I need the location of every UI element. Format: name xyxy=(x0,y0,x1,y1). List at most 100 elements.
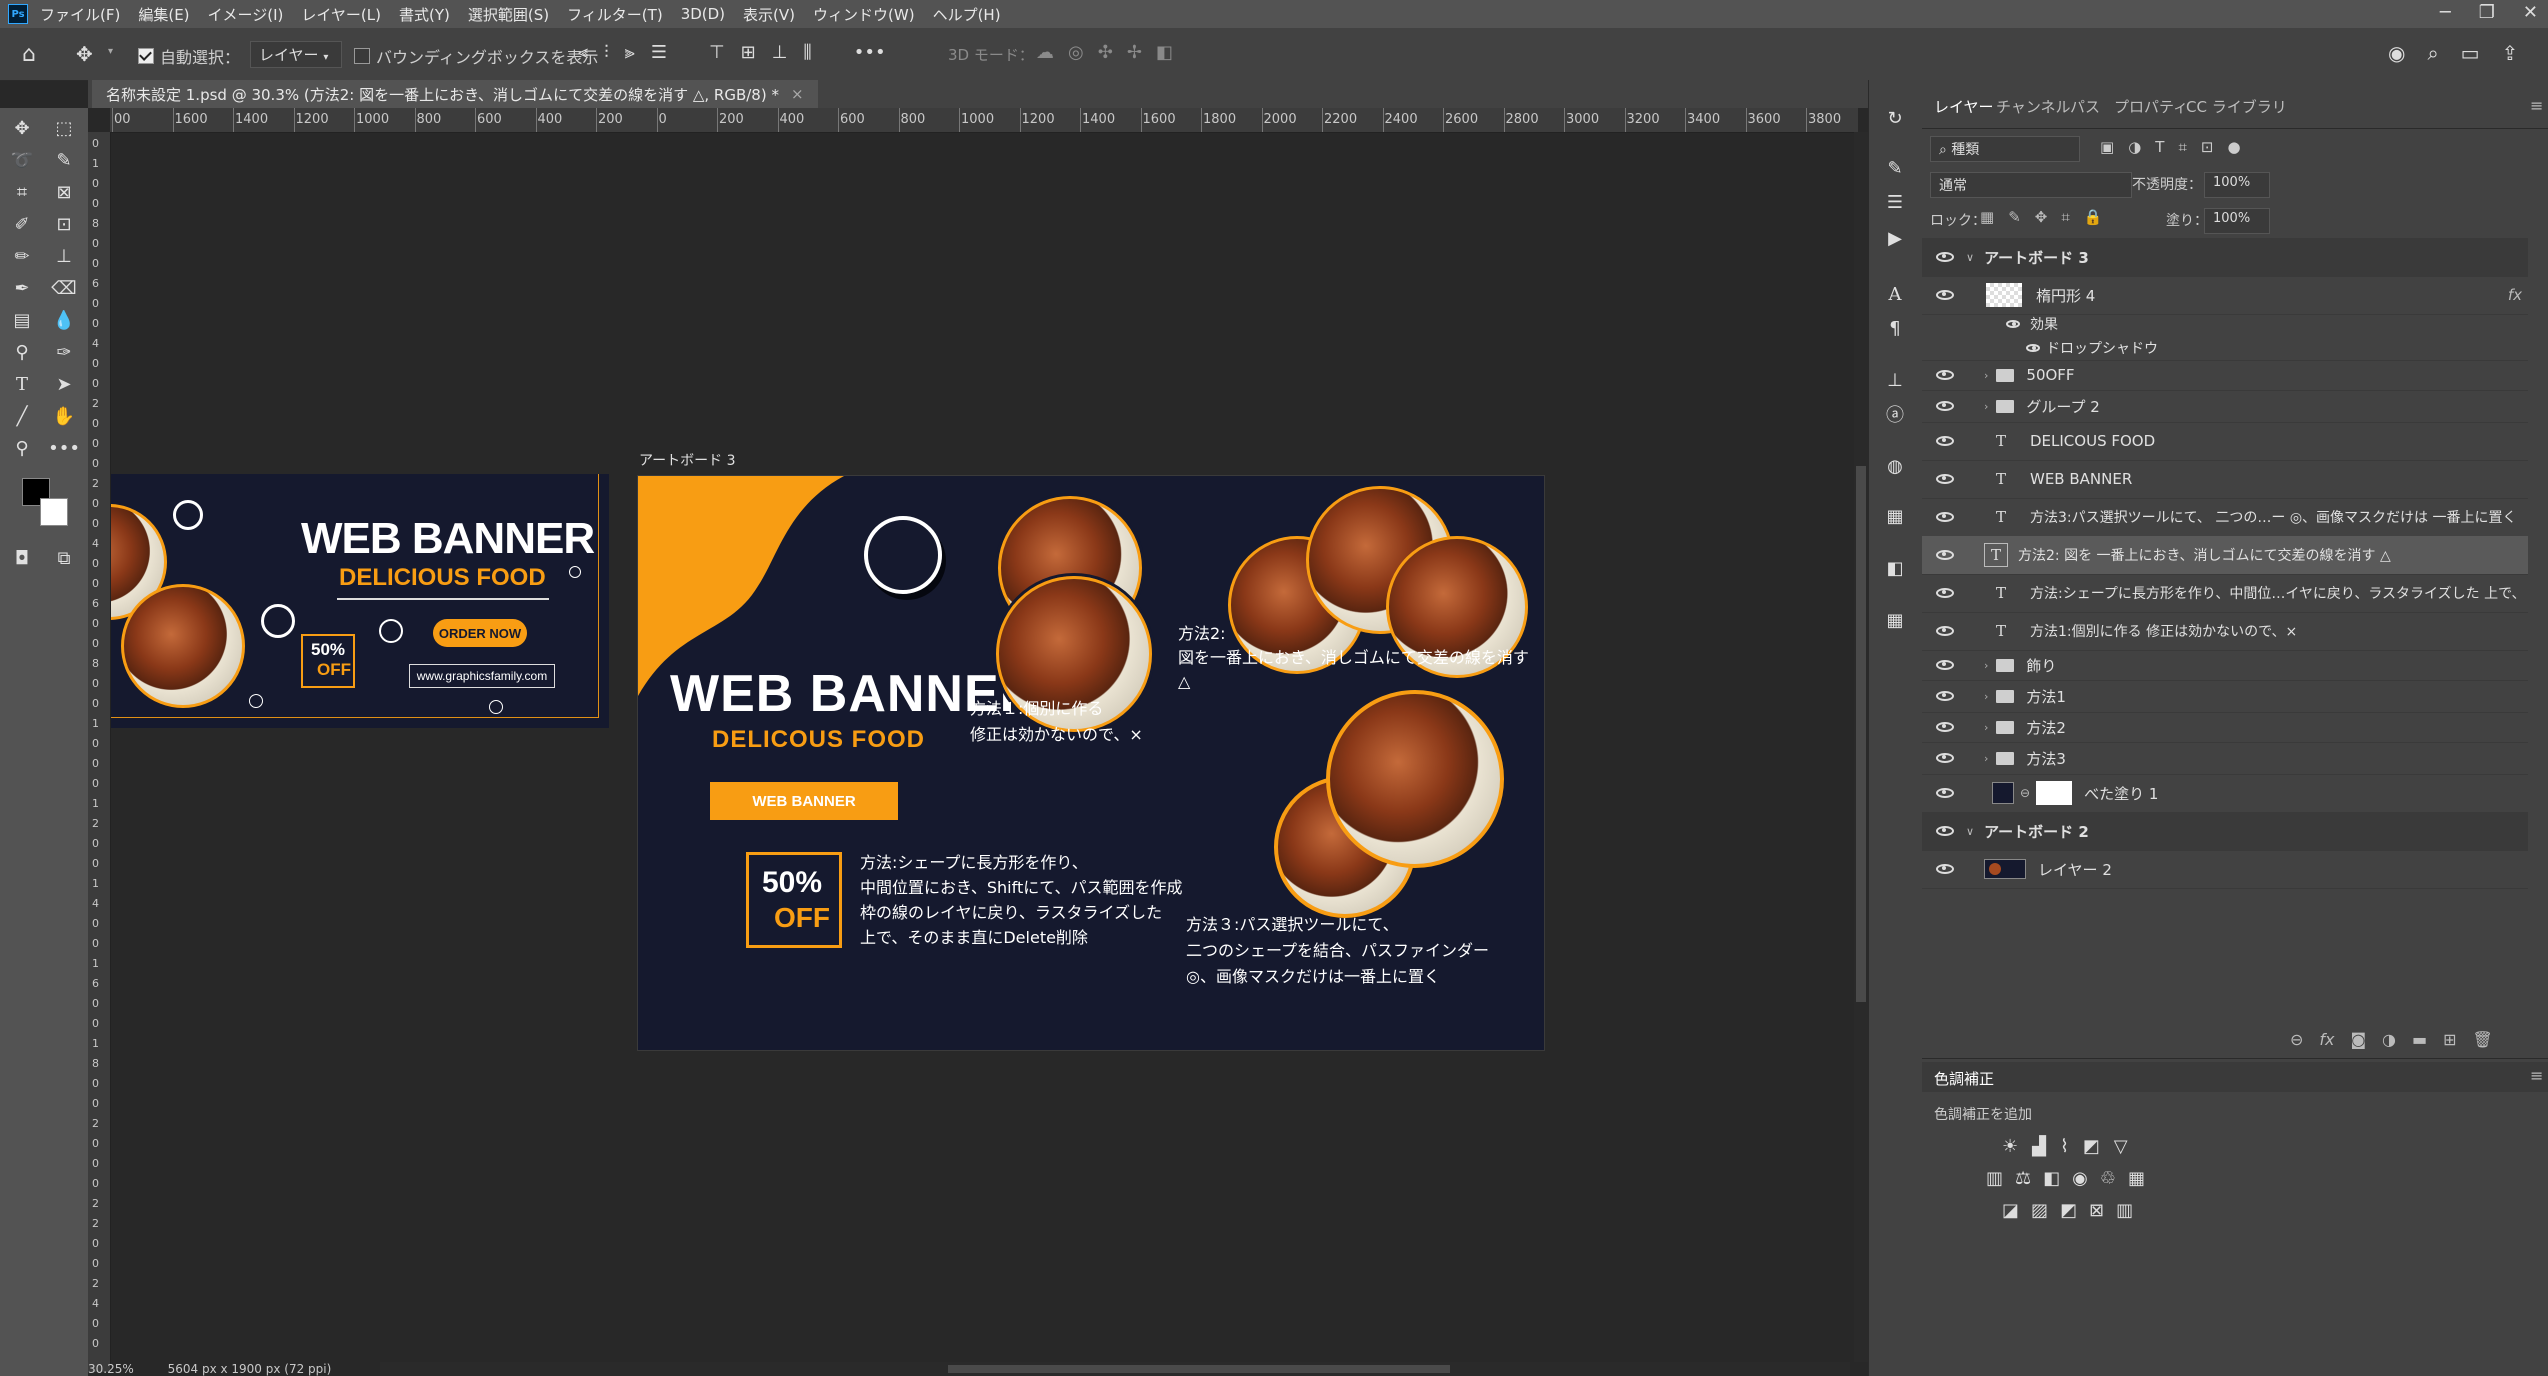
workspace-icon[interactable]: ▭ xyxy=(2461,41,2480,65)
visibility-eye-icon[interactable] xyxy=(1936,290,1954,300)
add-style-icon[interactable]: fx xyxy=(2319,1030,2334,1049)
photo-filter-icon[interactable]: ◉ xyxy=(2072,1168,2088,1189)
horizontal-scroll-thumb[interactable] xyxy=(948,1365,1450,1373)
artboard-2[interactable]: WEB BANNER DELICIOUS FOOD ORDER NOW 50% … xyxy=(111,474,609,728)
layer-row-image[interactable]: レイヤー 2 xyxy=(1922,850,2528,889)
visibility-eye-icon[interactable] xyxy=(1936,660,1954,670)
layer-row-fill[interactable]: ⊖ べた塗り 1 xyxy=(1922,774,2528,813)
visibility-eye-icon[interactable] xyxy=(1936,722,1954,732)
tab-cc-libraries[interactable]: CC ライブラリ xyxy=(2186,96,2287,117)
artboard-3[interactable]: WEB BANNER DELICOUS FOOD WEB BANNER 50% … xyxy=(637,475,1545,1051)
scale-3d-icon[interactable]: ◧ xyxy=(1156,42,1173,63)
visibility-eye-icon[interactable] xyxy=(1936,864,1954,874)
menu-image[interactable]: イメージ(I) xyxy=(208,4,284,25)
menu-view[interactable]: 表示(V) xyxy=(743,4,795,25)
posterize-icon[interactable]: ▨ xyxy=(2031,1200,2048,1221)
visibility-eye-icon[interactable] xyxy=(1936,753,1954,763)
vertical-scroll-thumb[interactable] xyxy=(1856,466,1866,1002)
document-tab[interactable]: 名称未設定 1.psd @ 30.3% (方法2: 図を一番上におき、消しゴムに… xyxy=(92,80,818,108)
crop-tool-icon[interactable]: ⌗ xyxy=(8,178,36,206)
brush-tool-icon[interactable]: ✏ xyxy=(8,242,36,270)
actions-panel-icon[interactable]: ▶ xyxy=(1881,224,1909,252)
history-panel-icon[interactable]: ↻ xyxy=(1881,104,1909,132)
zoom-level[interactable]: 30.25% xyxy=(88,1362,134,1376)
align-right-icon[interactable]: ⫸ xyxy=(625,42,635,63)
lock-transparent-icon[interactable]: ▦ xyxy=(1980,208,1994,226)
visibility-eye-icon[interactable] xyxy=(1936,588,1954,598)
menu-select[interactable]: 選択範囲(S) xyxy=(468,4,549,25)
curves-icon[interactable]: ⌇ xyxy=(2060,1136,2069,1157)
move-tool-icon[interactable]: ✥ xyxy=(76,42,93,66)
align-center-h-icon[interactable]: ⫶ xyxy=(604,42,609,63)
more-options-icon[interactable]: ••• xyxy=(854,42,886,63)
chevron-down-icon[interactable]: ▾ xyxy=(108,46,113,57)
menu-3d[interactable]: 3D(D) xyxy=(681,5,725,23)
invert-icon[interactable]: ◪ xyxy=(2002,1200,2019,1221)
line-tool-icon[interactable]: ╱ xyxy=(8,402,36,430)
type-tool-icon[interactable]: T xyxy=(8,370,36,398)
brush-settings-icon[interactable]: ✎ xyxy=(1881,154,1909,182)
visibility-eye-icon[interactable] xyxy=(1936,826,1954,836)
user-icon[interactable]: ◉ xyxy=(2388,41,2405,65)
layer-row-text[interactable]: T DELICOUS FOOD xyxy=(1922,422,2528,461)
layer-row-text[interactable]: T WEB BANNER xyxy=(1922,460,2528,499)
blend-mode-dropdown[interactable]: 通常 xyxy=(1930,172,2132,198)
color-balance-icon[interactable]: ⚖ xyxy=(2015,1168,2031,1189)
lock-artboard-icon[interactable]: ⌗ xyxy=(2061,208,2069,226)
link-layers-icon[interactable]: ⊖ xyxy=(2290,1030,2303,1049)
panel-menu-icon[interactable]: ≡ xyxy=(2530,96,2543,115)
layer-row-50off[interactable]: › 50OFF xyxy=(1922,360,2528,391)
frame-tool-icon[interactable]: ⊠ xyxy=(50,178,78,206)
layer-row-folder[interactable]: › 飾り xyxy=(1922,650,2528,681)
adjustments-panel-icon[interactable]: ☰ xyxy=(1881,188,1909,216)
new-layer-icon[interactable]: ⊞ xyxy=(2443,1030,2456,1049)
fx-icon[interactable]: fx xyxy=(2508,286,2522,304)
visibility-eye-icon[interactable] xyxy=(1936,512,1954,522)
color-lookup-icon[interactable]: ▦ xyxy=(2128,1168,2145,1189)
delete-layer-icon[interactable]: 🗑 xyxy=(2473,1030,2493,1049)
visibility-eye-icon[interactable] xyxy=(2026,344,2040,352)
slide-3d-icon[interactable]: ✢ xyxy=(1127,42,1142,63)
hue-sat-icon[interactable]: ▥ xyxy=(1986,1168,2003,1189)
hand-tool-icon[interactable]: ✋ xyxy=(50,402,78,430)
filter-type-icon[interactable]: T xyxy=(2155,138,2164,156)
visibility-eye-icon[interactable] xyxy=(1936,252,1954,262)
orbit-3d-icon[interactable]: ☁ xyxy=(1036,42,1054,63)
tab-paths[interactable]: パス xyxy=(2070,96,2100,117)
zoom-tool-icon[interactable]: ⚲ xyxy=(8,434,36,462)
patch-tool-icon[interactable]: ⊡ xyxy=(50,210,78,238)
visibility-eye-icon[interactable] xyxy=(1936,788,1954,798)
auto-select-target-dropdown[interactable]: レイヤー ▾ xyxy=(250,41,342,68)
restore-icon[interactable]: ❐ xyxy=(2479,2,2495,23)
marquee-tool-icon[interactable]: ⬚ xyxy=(50,114,78,142)
align-middle-v-icon[interactable]: ⊞ xyxy=(741,42,756,63)
panel-menu-icon[interactable]: ≡ xyxy=(2530,1066,2543,1085)
layer-row-artboard-2[interactable]: ∨ アートボード 2 xyxy=(1922,812,2528,851)
distribute-icon[interactable]: ☰ xyxy=(651,42,667,63)
layer-row-artboard-3[interactable]: ∨ アートボード 3 xyxy=(1922,238,2528,277)
menu-help[interactable]: ヘルプ(H) xyxy=(933,4,1001,25)
artboard-3-label[interactable]: アートボード 3 xyxy=(639,450,736,470)
lasso-tool-icon[interactable]: ➰ xyxy=(8,146,36,174)
visibility-eye-icon[interactable] xyxy=(2006,320,2020,328)
add-mask-icon[interactable]: ◙ xyxy=(2351,1030,2367,1049)
home-icon[interactable]: ⌂ xyxy=(22,42,36,67)
layer-row-group-2[interactable]: › グループ 2 xyxy=(1922,390,2528,423)
menu-filter[interactable]: フィルター(T) xyxy=(567,4,663,25)
new-adjustment-icon[interactable]: ◑ xyxy=(2382,1030,2396,1049)
history-brush-icon[interactable]: ✒ xyxy=(8,274,36,302)
opacity-input[interactable]: 100% xyxy=(2204,172,2270,198)
menu-type[interactable]: 書式(Y) xyxy=(399,4,450,25)
exposure-icon[interactable]: ◩ xyxy=(2083,1136,2100,1157)
patterns-panel-icon[interactable]: ▦ xyxy=(1881,606,1909,634)
layer-filter-kind[interactable]: ⌕ 種類 xyxy=(1930,136,2080,162)
layer-row-folder[interactable]: › 方法1 xyxy=(1922,680,2528,713)
brightness-icon[interactable]: ☀ xyxy=(2002,1136,2018,1157)
table-panel-icon[interactable]: ▦ xyxy=(1881,502,1909,530)
visibility-eye-icon[interactable] xyxy=(1936,550,1954,560)
vibrance-icon[interactable]: ▽ xyxy=(2114,1136,2128,1157)
layer-row-text[interactable]: T 方法1:個別に作る 修正は効かないので、× xyxy=(1922,612,2528,651)
layer-row-text-selected[interactable]: T 方法2: 図を 一番上におき、消しゴムにて交差の線を消す △ xyxy=(1922,536,2528,575)
stamp-tool-icon[interactable]: ⊥ xyxy=(50,242,78,270)
quick-select-tool-icon[interactable]: ✎ xyxy=(50,146,78,174)
